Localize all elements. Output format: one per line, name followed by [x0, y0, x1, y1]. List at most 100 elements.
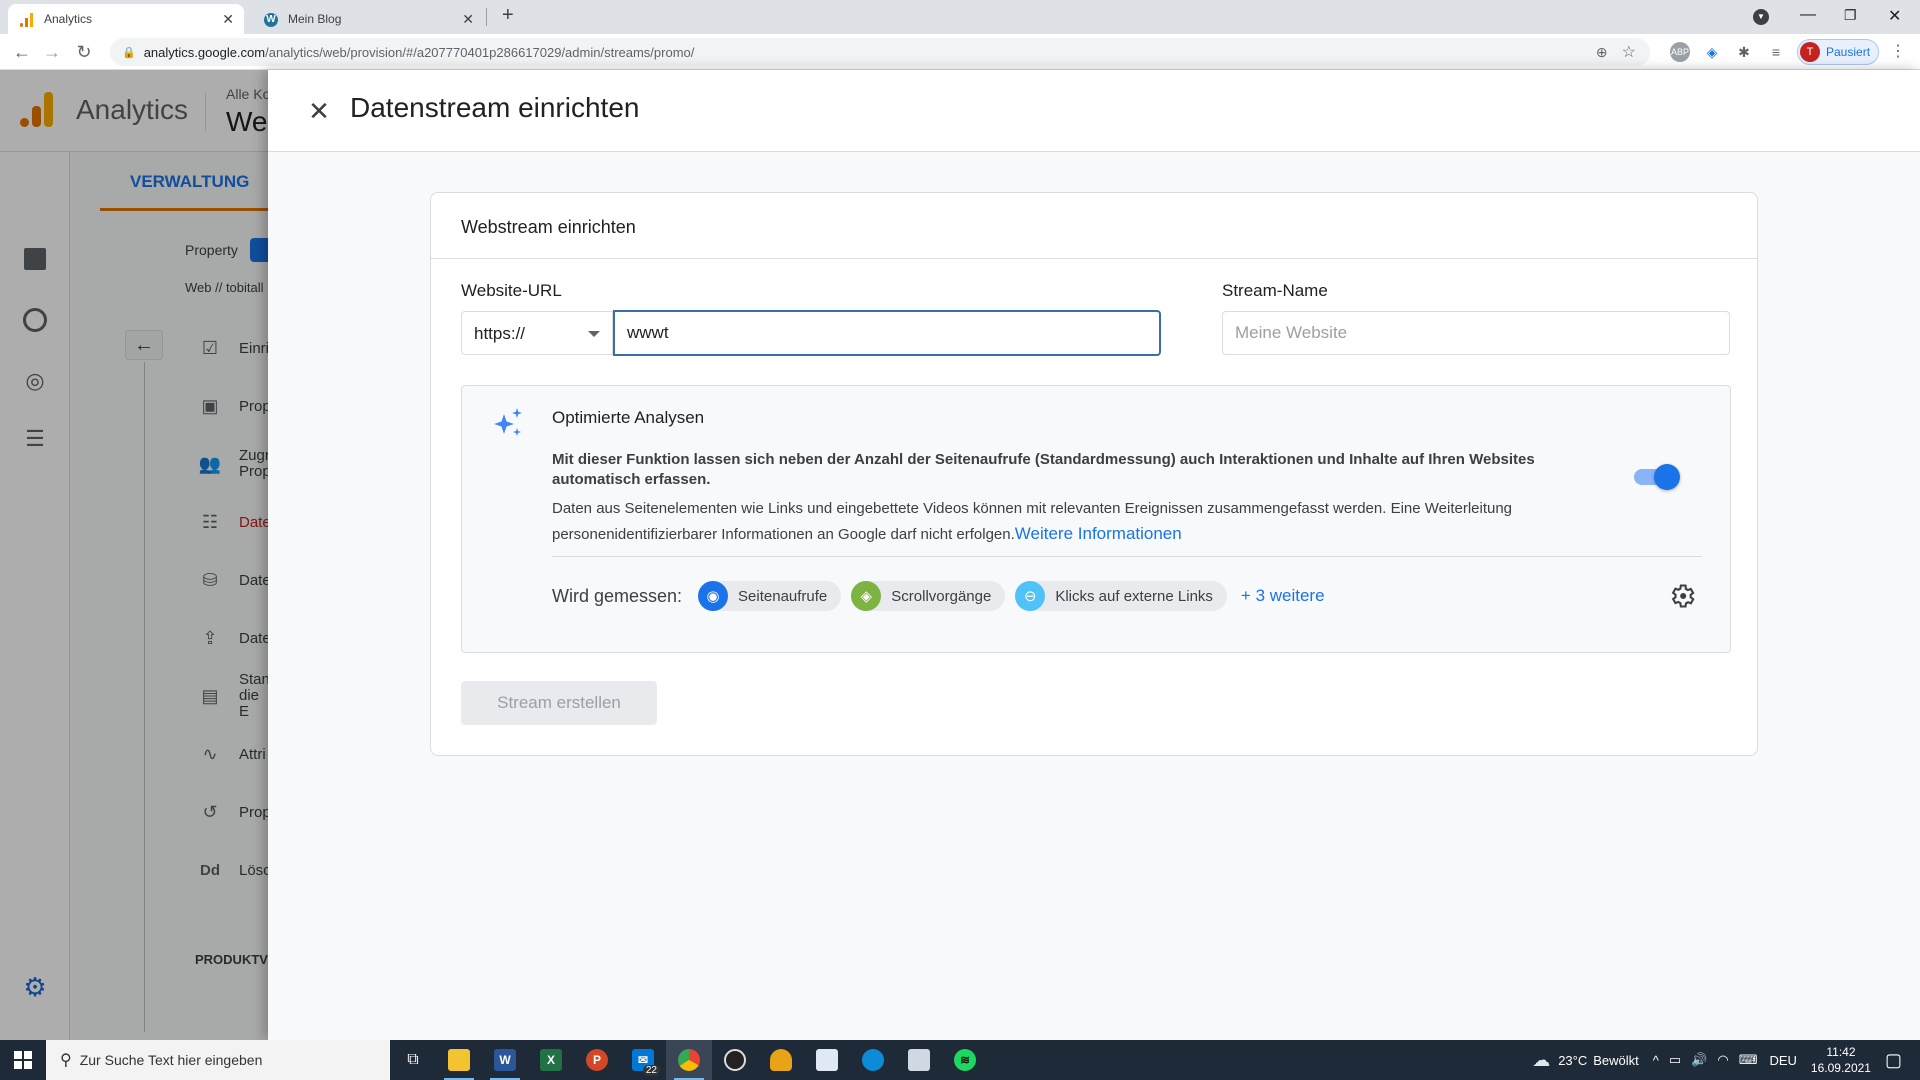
stream-name-input[interactable] [1222, 311, 1730, 355]
browser-toolbar: ← → ↻ 🔒 analytics.google.com/analytics/w… [0, 34, 1920, 70]
windows-icon [14, 1051, 32, 1069]
chip-scrolls: ◈ Scrollvorgänge [851, 581, 1006, 611]
scroll-icon: ◈ [851, 581, 882, 611]
language-indicator[interactable]: DEU [1769, 1053, 1796, 1068]
wifi-icon[interactable]: ◠ [1717, 1052, 1728, 1068]
dialog-body: Webstream einrichten Website-URL https:/… [268, 152, 1920, 1040]
system-tray: ☁ 23°C Bewölkt ^ ▭ 🔊 ◠ ⌨ DEU 11:42 16.09… [1532, 1040, 1920, 1080]
wordpress-icon: W [264, 11, 280, 27]
chevron-up-icon[interactable]: ^ [1653, 1053, 1659, 1068]
enhanced-measurement-toggle[interactable] [1634, 462, 1680, 490]
window-close-icon[interactable]: ✕ [1888, 6, 1901, 26]
weather-text[interactable]: Bewölkt [1593, 1053, 1639, 1068]
new-tab-button[interactable]: + [502, 4, 514, 27]
taskbar-search[interactable]: ⚲ Zur Suche Text hier eingeben [46, 1040, 390, 1080]
avatar: T [1800, 42, 1820, 62]
notifications-icon[interactable]: ▢ [1885, 1050, 1902, 1071]
forward-icon[interactable]: → [40, 40, 64, 64]
lock-icon: 🔒 [122, 46, 136, 59]
more-events-link[interactable]: + 3 weitere [1241, 586, 1325, 606]
excel-icon[interactable]: X [528, 1040, 574, 1080]
tab-analytics[interactable]: Analytics ✕ [8, 4, 244, 34]
close-tab-icon[interactable]: ✕ [462, 11, 474, 28]
clock[interactable]: 11:42 16.09.2021 [1811, 1044, 1871, 1076]
keyboard-icon[interactable]: ⌨ [1739, 1052, 1758, 1068]
sparkle-icon [494, 408, 522, 436]
paint-icon[interactable] [804, 1040, 850, 1080]
measured-label: Wird gemessen: [552, 585, 683, 606]
eye-icon: ◉ [698, 581, 729, 611]
protocol-value: https:// [474, 324, 526, 343]
camera-icon[interactable]: ▭ [1669, 1052, 1681, 1068]
file-explorer-icon[interactable] [436, 1040, 482, 1080]
spotify-icon[interactable]: ≋ [942, 1040, 988, 1080]
menu-icon[interactable]: ⋮ [1888, 42, 1908, 62]
gear-icon[interactable] [1668, 582, 1696, 610]
weather-temp[interactable]: 23°C [1558, 1053, 1587, 1068]
mail-badge: 22 [642, 1065, 660, 1076]
datastream-dialog: ✕ Datenstream einrichten Webstream einri… [268, 70, 1920, 1040]
divider [552, 556, 1702, 557]
start-button[interactable] [0, 1040, 46, 1080]
search-placeholder: Zur Suche Text hier eingeben [79, 1052, 263, 1068]
media-icon[interactable]: ≡ [1766, 42, 1786, 62]
close-tab-icon[interactable]: ✕ [222, 11, 234, 28]
obs-icon[interactable] [712, 1040, 758, 1080]
back-icon[interactable]: ← [10, 40, 34, 64]
url-host: analytics.google.com [143, 44, 266, 60]
tab-search-icon[interactable]: ▼ [1753, 9, 1769, 25]
enhanced-title: Optimierte Analysen [552, 408, 705, 427]
star-icon[interactable]: ☆ [1622, 42, 1636, 62]
edge-icon[interactable] [850, 1040, 896, 1080]
word-icon[interactable]: W [482, 1040, 528, 1080]
abp-icon[interactable]: ABP [1670, 42, 1690, 62]
protocol-select[interactable]: https:// [461, 311, 613, 355]
notepad-icon[interactable] [896, 1040, 942, 1080]
create-stream-button[interactable]: Stream erstellen [461, 681, 657, 725]
address-bar[interactable]: 🔒 analytics.google.com/analytics/web/pro… [110, 38, 1650, 66]
tab-label: Mein Blog [288, 12, 342, 26]
toggle-knob [1654, 464, 1680, 490]
webstream-card: Webstream einrichten Website-URL https:/… [430, 192, 1758, 756]
website-url-label: Website-URL [461, 281, 562, 300]
mouse-icon: ⊖ [1015, 581, 1046, 611]
tab-mein-blog[interactable]: W Mein Blog ✕ [252, 4, 484, 34]
tab-divider [486, 8, 487, 26]
task-view-icon[interactable]: ⧉ [390, 1040, 436, 1080]
search-icon: ⚲ [60, 1052, 72, 1069]
url-path: /analytics/web/provision/#/a207770401p28… [265, 44, 695, 60]
dialog-title: Datenstream einrichten [350, 92, 640, 123]
chevron-down-icon [588, 331, 600, 337]
profile-status: Pausiert [1826, 45, 1871, 59]
chip-outbound-clicks: ⊖ Klicks auf externe Links [1015, 581, 1227, 611]
website-url-input[interactable] [613, 310, 1161, 356]
browser-tab-strip: Analytics ✕ W Mein Blog ✕ + ▼ — ❐ ✕ [0, 0, 1920, 34]
app-icon[interactable] [758, 1040, 804, 1080]
stream-name-label: Stream-Name [1222, 281, 1328, 300]
clock-time: 11:42 [1826, 1045, 1856, 1059]
tag-icon[interactable]: ◈ [1702, 42, 1722, 62]
mail-icon[interactable]: ✉ 22 [620, 1040, 666, 1080]
minimize-icon[interactable]: — [1800, 6, 1816, 24]
speaker-icon[interactable]: 🔊 [1691, 1052, 1707, 1068]
learn-more-link[interactable]: Weitere Informationen [1015, 524, 1182, 543]
profile-button[interactable]: T Pausiert [1797, 39, 1879, 65]
tab-label: Analytics [44, 12, 93, 26]
enhanced-measurement-panel: Optimierte Analysen Mit dieser Funktion … [461, 385, 1731, 653]
dialog-header: ✕ Datenstream einrichten [268, 70, 1920, 152]
restore-icon[interactable]: ❐ [1844, 7, 1857, 24]
measured-events: Wird gemessen: ◉ Seitenaufrufe ◈ Scrollv… [552, 580, 1325, 612]
powerpoint-icon[interactable]: P [574, 1040, 620, 1080]
analytics-logo-icon [20, 11, 36, 27]
puzzle-icon[interactable]: ✱ [1734, 42, 1754, 62]
close-icon[interactable]: ✕ [302, 94, 336, 128]
enhanced-note: Daten aus Seitenelementen wie Links und … [552, 496, 1602, 547]
chip-page-views: ◉ Seitenaufrufe [698, 581, 842, 611]
windows-taskbar: ⚲ Zur Suche Text hier eingeben ⧉ W X P ✉… [0, 1040, 1920, 1080]
enhanced-description: Mit dieser Funktion lassen sich neben de… [552, 451, 1535, 488]
card-title: Webstream einrichten [431, 193, 1757, 259]
reload-icon[interactable]: ↻ [72, 40, 96, 64]
clock-date: 16.09.2021 [1810, 1061, 1871, 1075]
zoom-icon[interactable]: ⊕ [1596, 44, 1608, 61]
chrome-icon[interactable] [666, 1040, 712, 1080]
